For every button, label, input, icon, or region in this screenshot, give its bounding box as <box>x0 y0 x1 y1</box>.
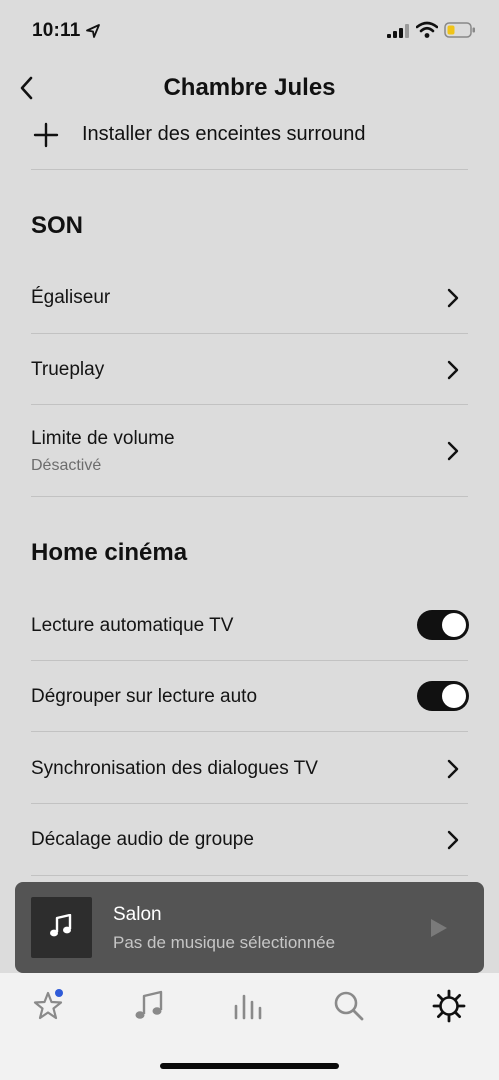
plus-icon <box>33 122 59 148</box>
search-icon[interactable] <box>331 988 367 1024</box>
home-indicator[interactable] <box>160 1063 339 1069</box>
dialog-sync-label: Synchronisation des dialogues TV <box>31 758 318 779</box>
volume-limit-value: Désactivé <box>31 457 102 474</box>
now-playing-bar[interactable]: Salon Pas de musique sélectionnée <box>15 882 484 973</box>
now-playing-room: Salon <box>113 904 162 925</box>
tv-autoplay-label: Lecture automatique TV <box>31 615 234 636</box>
chevron-right-icon <box>447 441 459 461</box>
notification-dot <box>55 989 63 997</box>
tv-autoplay-toggle[interactable] <box>417 610 469 640</box>
divider <box>31 169 468 170</box>
wifi-icon <box>416 21 438 38</box>
battery-icon <box>444 22 475 38</box>
volume-limit-row[interactable]: Limite de volume Désactivé <box>31 405 468 496</box>
group-audio-delay-row[interactable]: Décalage audio de groupe <box>31 804 468 875</box>
ungroup-autoplay-label: Dégrouper sur lecture auto <box>31 686 258 707</box>
tv-autoplay-row: Lecture automatique TV <box>31 589 468 660</box>
chevron-right-icon <box>447 759 459 779</box>
volume-limit-label: Limite de volume <box>31 428 175 449</box>
music-note-icon[interactable] <box>132 988 168 1024</box>
gear-icon[interactable] <box>431 988 467 1024</box>
status-time: 10:11 <box>32 20 81 41</box>
section-title-son: SON <box>31 212 84 239</box>
equalizer-row[interactable]: Égaliseur <box>31 262 468 333</box>
toggle-knob <box>442 684 466 708</box>
play-icon[interactable] <box>429 918 449 938</box>
divider <box>31 496 468 497</box>
star-icon[interactable] <box>31 988 67 1024</box>
group-audio-delay-label: Décalage audio de groupe <box>31 829 254 850</box>
album-art <box>31 897 92 958</box>
rooms-icon[interactable] <box>231 988 267 1024</box>
location-arrow-icon <box>86 24 100 38</box>
chevron-right-icon <box>447 288 459 308</box>
ungroup-autoplay-toggle[interactable] <box>417 681 469 711</box>
music-note-icon <box>50 914 72 937</box>
section-title-home-cinema: Home cinéma <box>31 539 188 566</box>
cellular-signal-icon <box>387 24 409 38</box>
toggle-knob <box>442 613 466 637</box>
page-title: Chambre Jules <box>163 74 336 101</box>
equalizer-label: Égaliseur <box>31 287 111 308</box>
now-playing-status: Pas de musique sélectionnée <box>113 933 336 952</box>
dialog-sync-row[interactable]: Synchronisation des dialogues TV <box>31 732 468 803</box>
ungroup-autoplay-row: Dégrouper sur lecture auto <box>31 661 468 731</box>
trueplay-label: Trueplay <box>31 359 105 380</box>
chevron-right-icon <box>447 830 459 850</box>
divider <box>31 875 468 876</box>
chevron-right-icon <box>447 360 459 380</box>
install-surround-label: Installer des enceintes surround <box>82 123 366 145</box>
trueplay-row[interactable]: Trueplay <box>31 334 468 404</box>
